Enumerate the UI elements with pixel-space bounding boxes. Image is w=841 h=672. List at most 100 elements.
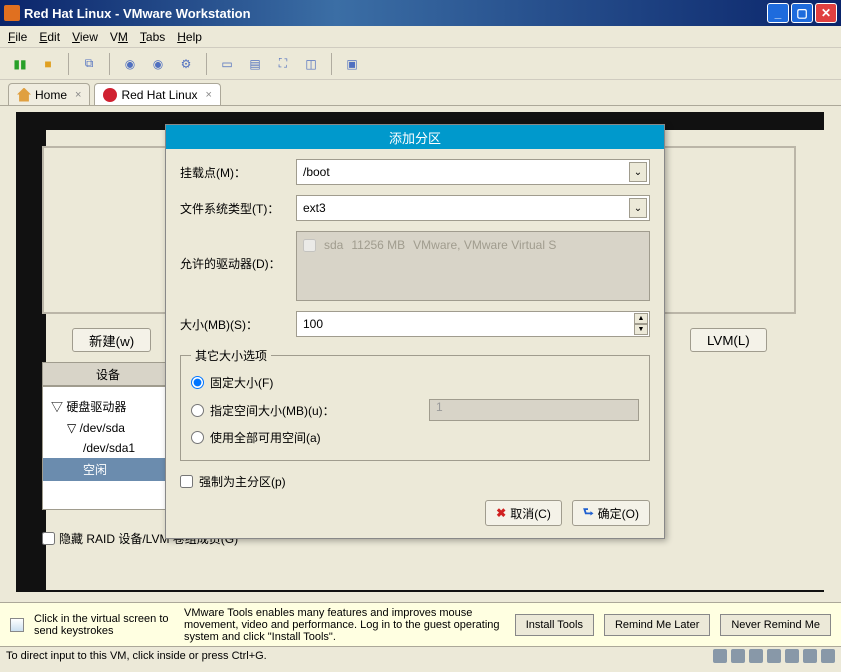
grow-to-radio[interactable] — [191, 404, 204, 417]
window-titlebar: Red Hat Linux - VMware Workstation _ ▢ ✕ — [0, 0, 841, 26]
menu-bar: File Edit View VM Tabs Help — [0, 26, 841, 48]
grow-to-label: 指定空间大小(MB)(u)： — [210, 402, 335, 419]
fullscreen-button[interactable]: ⛶ — [271, 52, 295, 76]
fixed-size-row[interactable]: 固定大小(F) — [191, 370, 639, 395]
fixed-size-radio[interactable] — [191, 376, 204, 389]
size-spinner[interactable]: 100 ▲ ▼ — [296, 311, 650, 337]
tree-dev-sda[interactable]: ▽ /dev/sda — [51, 418, 165, 438]
force-primary-label: 强制为主分区(p) — [199, 473, 286, 490]
snapshot-button[interactable]: ⧉ — [77, 52, 101, 76]
status-cd-icon[interactable] — [731, 649, 745, 663]
hide-raid-checkbox[interactable] — [42, 532, 55, 545]
grow-to-input: 1 — [429, 399, 639, 421]
status-sound-icon[interactable] — [803, 649, 817, 663]
maximize-button[interactable]: ▢ — [791, 3, 813, 23]
snapshot-manage-button[interactable]: ⚙ — [174, 52, 198, 76]
filesystem-type-combo[interactable]: ext3 ⌄ — [296, 195, 650, 221]
snapshot-take-button[interactable]: ◉ — [118, 52, 142, 76]
hint-bar: Click in the virtual screen to send keys… — [0, 602, 841, 646]
device-tree[interactable]: ▽ 硬盘驱动器 ▽ /dev/sda /dev/sda1 空闲 — [42, 386, 174, 510]
fill-radio[interactable] — [191, 431, 204, 444]
cancel-label: 取消(C) — [510, 505, 551, 522]
drive-sda-checkbox[interactable] — [303, 239, 316, 252]
size-up-button[interactable]: ▲ — [634, 313, 648, 324]
drive-sda-name: sda — [324, 238, 343, 252]
filesystem-type-label: 文件系统类型(T)： — [180, 200, 296, 217]
close-button[interactable]: ✕ — [815, 3, 837, 23]
status-bar: To direct input to this VM, click inside… — [0, 646, 841, 664]
tab-redhat-close[interactable]: × — [206, 89, 212, 101]
menu-file[interactable]: File — [8, 30, 27, 44]
tab-redhat[interactable]: Red Hat Linux × — [94, 83, 220, 105]
dialog-title: 添加分区 — [166, 125, 664, 149]
menu-help[interactable]: Help — [177, 30, 202, 44]
fill-row[interactable]: 使用全部可用空间(a) — [191, 425, 639, 450]
hint-center-text: VMware Tools enables many features and i… — [184, 607, 505, 643]
fixed-size-label: 固定大小(F) — [210, 374, 273, 391]
size-label: 大小(MB)(S)： — [180, 316, 296, 333]
redhat-icon — [103, 88, 117, 102]
status-usb-icon[interactable] — [785, 649, 799, 663]
menu-vm[interactable]: VM — [110, 30, 128, 44]
drive-sda-size: 11256 MB — [351, 238, 405, 252]
home-icon — [17, 88, 31, 102]
snapshot-revert-button[interactable]: ◉ — [146, 52, 170, 76]
vmware-icon — [4, 5, 20, 21]
fill-label: 使用全部可用空间(a) — [210, 429, 321, 446]
minimize-button[interactable]: _ — [767, 3, 789, 23]
tab-home-close[interactable]: × — [75, 89, 81, 101]
new-partition-button[interactable]: 新建(w) — [72, 328, 151, 352]
install-tools-button[interactable]: Install Tools — [515, 614, 594, 636]
tree-disks-root[interactable]: ▽ 硬盘驱动器 — [51, 395, 165, 418]
status-disk-icon[interactable] — [713, 649, 727, 663]
tab-home[interactable]: Home × — [8, 83, 90, 105]
tab-home-label: Home — [35, 88, 67, 102]
tree-dev-sda1[interactable]: /dev/sda1 — [51, 438, 165, 458]
never-remind-button[interactable]: Never Remind Me — [720, 614, 831, 636]
power-off-button[interactable]: ■ — [36, 52, 60, 76]
menu-view[interactable]: View — [72, 30, 98, 44]
mount-point-label: 挂载点(M)： — [180, 164, 296, 181]
size-down-button[interactable]: ▼ — [634, 324, 648, 335]
other-size-legend: 其它大小选项 — [191, 347, 271, 364]
allowed-drives-list[interactable]: sda 11256 MB VMware, VMware Virtual S — [296, 231, 650, 301]
menu-tabs[interactable]: Tabs — [140, 30, 165, 44]
power-on-button[interactable]: ▮▮ — [8, 52, 32, 76]
mount-point-combo[interactable]: /boot ⌄ — [296, 159, 650, 185]
grow-to-row[interactable]: 指定空间大小(MB)(u)： 1 — [191, 395, 639, 425]
chevron-down-icon[interactable]: ⌄ — [629, 162, 647, 182]
ok-label: 确定(O) — [598, 505, 639, 522]
remind-later-button[interactable]: Remind Me Later — [604, 614, 710, 636]
force-primary-row[interactable]: 强制为主分区(p) — [180, 469, 650, 494]
mount-point-value: /boot — [303, 165, 330, 179]
tab-bar: Home × Red Hat Linux × — [0, 80, 841, 106]
view-console-button[interactable]: ▭ — [215, 52, 239, 76]
size-value: 100 — [303, 317, 323, 331]
hint-left-text: Click in the virtual screen to send keys… — [34, 613, 174, 637]
chevron-down-icon[interactable]: ⌄ — [629, 198, 647, 218]
status-text: To direct input to this VM, click inside… — [6, 650, 267, 662]
tree-free-space[interactable]: 空闲 — [43, 458, 173, 481]
add-partition-dialog: 添加分区 挂载点(M)： /boot ⌄ 文件系统类型(T)： ext3 ⌄ — [165, 124, 665, 539]
filesystem-type-value: ext3 — [303, 201, 326, 215]
status-network-icon[interactable] — [767, 649, 781, 663]
other-size-fieldset: 其它大小选项 固定大小(F) 指定空间大小(MB)(u)： 1 使用全部可用空间… — [180, 347, 650, 461]
drive-row-sda[interactable]: sda 11256 MB VMware, VMware Virtual S — [303, 238, 643, 252]
unity-button[interactable]: ◫ — [299, 52, 323, 76]
toolbar: ▮▮ ■ ⧉ ◉ ◉ ⚙ ▭ ▤ ⛶ ◫ ▣ — [0, 48, 841, 80]
force-primary-checkbox[interactable] — [180, 475, 193, 488]
main-content: 新建(w) LVM(L) 设备 ▽ 硬盘驱动器 ▽ /dev/sda /dev/… — [0, 106, 841, 602]
status-printer-icon[interactable] — [821, 649, 835, 663]
ok-icon: ⮑ — [583, 503, 594, 524]
menu-edit[interactable]: Edit — [39, 30, 60, 44]
cancel-button[interactable]: ✖ 取消(C) — [485, 500, 562, 526]
lvm-button[interactable]: LVM(L) — [690, 328, 767, 352]
ok-button[interactable]: ⮑ 确定(O) — [572, 500, 650, 526]
window-title: Red Hat Linux - VMware Workstation — [24, 6, 767, 21]
hint-icon — [10, 618, 24, 632]
cancel-icon: ✖ — [496, 506, 506, 520]
drive-sda-model: VMware, VMware Virtual S — [413, 238, 556, 252]
stretch-button[interactable]: ▣ — [340, 52, 364, 76]
status-floppy-icon[interactable] — [749, 649, 763, 663]
view-summary-button[interactable]: ▤ — [243, 52, 267, 76]
